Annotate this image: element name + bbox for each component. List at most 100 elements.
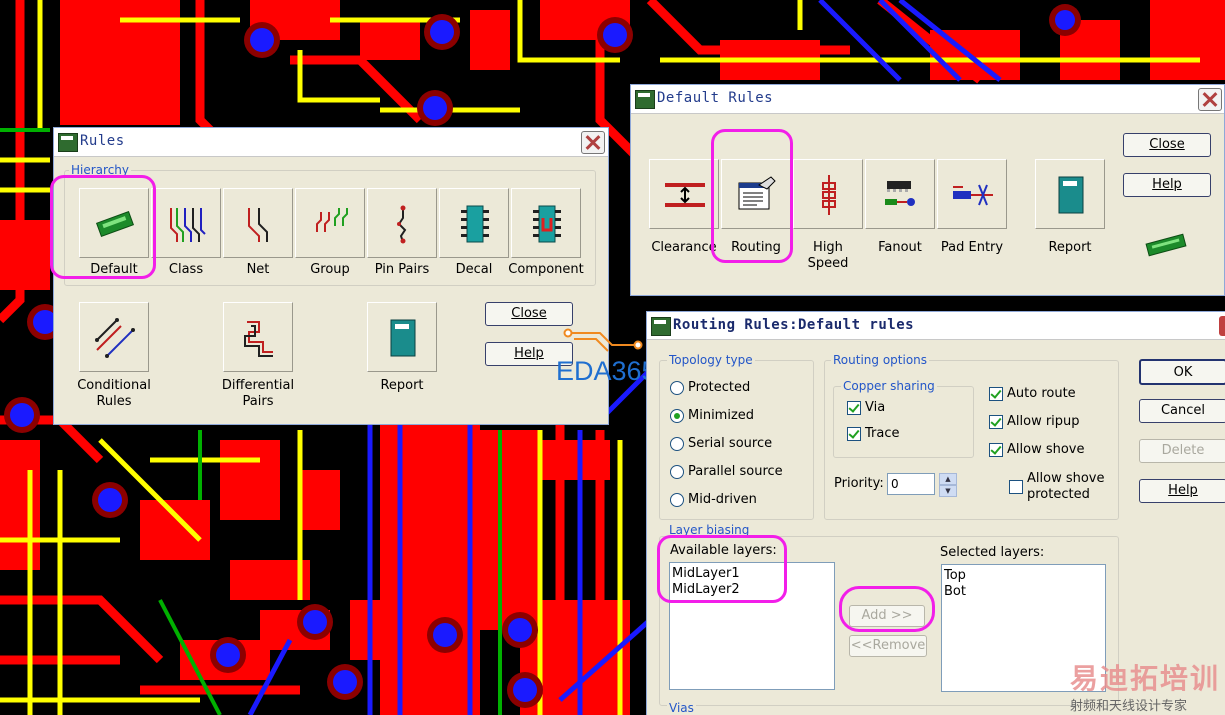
rules-report-button[interactable] — [367, 302, 437, 372]
pads-app-icon — [58, 133, 78, 152]
protected-radio[interactable] — [670, 381, 684, 395]
pin-pairs-icon — [397, 205, 407, 244]
remove-button-label: <<Remove — [850, 638, 926, 653]
net-button[interactable] — [223, 188, 293, 258]
component-label: Component — [508, 262, 584, 277]
ok-button[interactable]: OK — [1139, 359, 1225, 385]
decal-button[interactable] — [439, 188, 509, 258]
spinner-down-icon[interactable]: ▼ — [939, 485, 957, 497]
pad-entry-icon — [953, 184, 993, 206]
topology-label: Topology type — [667, 353, 755, 367]
component-button[interactable] — [511, 188, 581, 258]
default-rules-titlebar: Default Rules — [631, 85, 1224, 114]
copper-sharing-group — [833, 386, 974, 458]
default-report-label: Report — [1048, 240, 1092, 255]
default-report-button[interactable] — [1035, 159, 1105, 229]
parallel-source-radio[interactable] — [670, 465, 684, 479]
default-close-button[interactable]: Close — [1123, 133, 1211, 157]
rules-close-button[interactable]: Close — [485, 302, 573, 326]
pad-entry-label: Pad Entry — [940, 240, 1004, 255]
spinner-up-icon[interactable]: ▲ — [939, 473, 957, 485]
trace-checkbox[interactable] — [847, 427, 861, 441]
default-help-button[interactable]: Help — [1123, 173, 1211, 197]
decal-icon — [461, 205, 489, 243]
pads-app-icon — [635, 90, 655, 109]
routing-titlebar: Routing Rules:Default rules — [647, 312, 1225, 340]
group-icon — [316, 208, 348, 232]
pcb-board-icon — [1145, 233, 1187, 257]
default-rules-window: Default Rules Clearance Routing High Spe… — [630, 84, 1225, 296]
default-rules-close-icon[interactable] — [1198, 88, 1222, 111]
net-icon — [248, 208, 268, 242]
auto-route-checkbox[interactable] — [989, 387, 1003, 401]
allow-shove-protected-checkbox[interactable] — [1009, 480, 1023, 494]
priority-input[interactable] — [887, 473, 935, 495]
routing-help-button[interactable]: Help — [1139, 479, 1225, 503]
default-highlight — [50, 175, 156, 279]
priority-spinner[interactable]: ▲ ▼ — [939, 473, 957, 497]
protected-label: Protected — [688, 380, 751, 395]
priority-label: Priority: — [834, 476, 884, 491]
serial-source-label: Serial source — [688, 436, 773, 451]
routing-close-icon[interactable] — [1219, 316, 1225, 336]
allow-shove-protected-label-2: protected — [1027, 487, 1090, 502]
pin-pairs-label: Pin Pairs — [374, 262, 430, 277]
fanout-button[interactable] — [865, 159, 935, 229]
group-button[interactable] — [295, 188, 365, 258]
fanout-label: Fanout — [878, 240, 922, 255]
fanout-icon — [885, 181, 915, 206]
class-icon — [170, 208, 206, 242]
pad-entry-button[interactable] — [937, 159, 1007, 229]
rules-title: Rules — [80, 133, 125, 149]
remove-button[interactable]: <<Remove — [849, 635, 927, 657]
brand-watermark-line2: 射频和天线设计专家 — [1070, 699, 1188, 714]
rules-titlebar: Rules — [54, 128, 608, 157]
delete-button[interactable]: Delete — [1139, 439, 1225, 463]
rules-window: Rules Hierarchy Default Class Net Group … — [50, 127, 609, 425]
mid-driven-radio[interactable] — [670, 493, 684, 507]
allow-shove-protected-label-1: Allow shove — [1027, 471, 1105, 486]
default-rules-title: Default Rules — [657, 90, 774, 106]
via-checkbox[interactable] — [847, 401, 861, 415]
allow-shove-checkbox[interactable] — [989, 443, 1003, 457]
conditional-rules-label-2: Rules — [96, 394, 132, 409]
list-item[interactable]: Top — [944, 568, 1103, 584]
cancel-button-label: Cancel — [1160, 403, 1206, 418]
available-layers-highlight — [657, 535, 787, 603]
vias-label: Vias — [667, 701, 696, 715]
minimized-label: Minimized — [688, 408, 755, 423]
high-speed-icon — [822, 175, 836, 215]
high-speed-label-1: High — [813, 240, 843, 255]
routing-highlight — [711, 129, 793, 263]
serial-source-radio[interactable] — [670, 437, 684, 451]
rules-report-label: Report — [380, 378, 424, 393]
cancel-button[interactable]: Cancel — [1139, 399, 1225, 423]
minimized-radio[interactable] — [670, 409, 684, 423]
differential-pairs-button[interactable] — [223, 302, 293, 372]
list-item[interactable]: Bot — [944, 584, 1103, 600]
clearance-icon — [665, 183, 705, 207]
routing-options-label: Routing options — [831, 353, 930, 367]
report-book-icon — [1058, 176, 1084, 214]
add-button-highlight — [839, 586, 935, 632]
rules-help-button-label: Help — [514, 346, 544, 361]
group-label: Group — [310, 262, 350, 277]
pads-app-icon — [651, 317, 671, 336]
high-speed-label-2: Speed — [807, 256, 849, 271]
allow-ripup-label: Allow ripup — [1007, 414, 1080, 429]
ok-button-label: OK — [1173, 365, 1193, 380]
via-label: Via — [865, 400, 886, 415]
conditional-rules-label-1: Conditional — [77, 378, 151, 393]
rules-close-icon[interactable] — [581, 131, 605, 154]
class-label: Class — [168, 262, 204, 277]
pin-pairs-button[interactable] — [367, 188, 437, 258]
default-help-button-label: Help — [1152, 177, 1182, 192]
auto-route-label: Auto route — [1007, 386, 1076, 401]
high-speed-button[interactable] — [793, 159, 863, 229]
conditional-rules-button[interactable] — [79, 302, 149, 372]
clearance-button[interactable] — [649, 159, 719, 229]
selected-layers-label: Selected layers: — [940, 545, 1045, 560]
class-button[interactable] — [151, 188, 221, 258]
allow-ripup-checkbox[interactable] — [989, 415, 1003, 429]
allow-shove-label: Allow shove — [1007, 442, 1085, 457]
